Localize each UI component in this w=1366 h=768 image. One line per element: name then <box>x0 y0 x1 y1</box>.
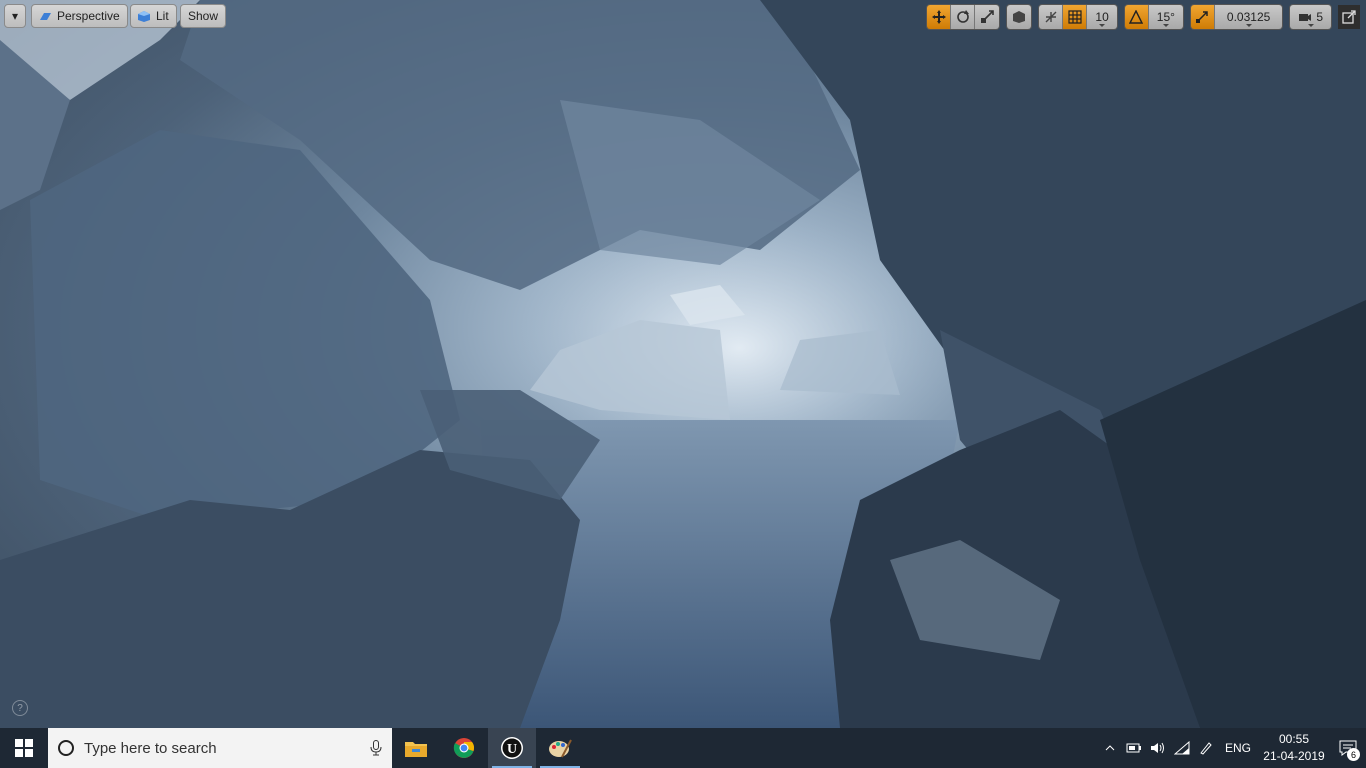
lit-cube-icon <box>138 10 150 22</box>
chevron-up-icon <box>1105 745 1115 751</box>
chrome-icon <box>453 738 474 758</box>
grid-icon <box>1068 10 1082 24</box>
network-tray-icon[interactable] <box>1170 728 1194 768</box>
chevron-down-icon: ▾ <box>11 9 19 23</box>
maximize-icon <box>1342 10 1356 24</box>
rotate-icon <box>957 10 969 23</box>
paint-palette-icon <box>549 739 572 758</box>
rotate-tool[interactable] <box>951 5 976 29</box>
show-hidden-icons-button[interactable] <box>1098 728 1122 768</box>
system-tray: ENG 00:55 21-04-2019 6 <box>1098 728 1366 768</box>
clock-time: 00:55 <box>1278 732 1310 746</box>
action-center-button[interactable]: 6 <box>1330 728 1366 768</box>
coordinate-space-group <box>1006 4 1033 30</box>
viewport-menu-button[interactable]: ▾ <box>4 4 26 28</box>
scale-snap-value[interactable]: 0.03125 <box>1214 5 1283 29</box>
rotation-snap-group: 15° <box>1123 4 1184 30</box>
view-mode-button[interactable]: Lit <box>130 4 177 28</box>
rotation-snap-value[interactable]: 15° <box>1148 5 1183 29</box>
lit-label: Lit <box>156 9 169 23</box>
camera-speed-group: 5 <box>1289 4 1332 30</box>
translate-tool[interactable] <box>927 5 952 29</box>
perspective-button[interactable]: Perspective <box>31 4 128 28</box>
perspective-label: Perspective <box>57 9 120 23</box>
camera-speed-button[interactable]: 5 <box>1290 5 1331 29</box>
windows-logo-icon <box>15 739 33 757</box>
battery-icon <box>1126 743 1141 753</box>
unreal-engine-icon: U <box>501 737 523 759</box>
speaker-icon <box>1151 742 1164 754</box>
paint-taskbar-button[interactable] <box>536 728 584 768</box>
battery-tray-icon[interactable] <box>1122 728 1146 768</box>
file-explorer-taskbar-button[interactable] <box>392 728 440 768</box>
camera-icon <box>1299 14 1312 21</box>
notification-badge: 6 <box>1347 748 1360 761</box>
transform-mode-group <box>926 4 1001 30</box>
language-indicator[interactable]: ENG <box>1218 728 1258 768</box>
show-label: Show <box>188 9 219 23</box>
world-local-toggle[interactable] <box>1007 5 1032 29</box>
surface-snap-toggle[interactable] <box>1039 5 1064 29</box>
cube-icon <box>1013 11 1026 23</box>
taskbar-search-box[interactable]: Type here to search <box>48 728 392 768</box>
grid-snap-toggle[interactable] <box>1063 5 1088 29</box>
perspective-icon <box>40 12 51 20</box>
taskbar: Type here to search U ENG 00:55 21-04-20… <box>0 728 1366 768</box>
unreal-engine-taskbar-button[interactable]: U <box>488 728 536 768</box>
show-button[interactable]: Show <box>180 4 227 28</box>
start-button[interactable] <box>0 728 48 768</box>
help-icon[interactable]: ? <box>12 700 28 716</box>
pen-icon <box>1200 742 1212 755</box>
pen-tray-icon[interactable] <box>1194 728 1218 768</box>
grid-snap-value[interactable]: 10 <box>1087 5 1117 29</box>
scale-snap-icon <box>1196 11 1209 23</box>
maximize-viewport-button[interactable] <box>1338 5 1360 29</box>
search-placeholder: Type here to search <box>84 739 217 757</box>
grid-snap-group: 10 <box>1038 4 1118 30</box>
cave-scene <box>0 0 1366 728</box>
cortana-icon <box>58 740 74 756</box>
scale-snap-group: 0.03125 <box>1189 4 1284 30</box>
camera-speed-value: 5 <box>1316 10 1323 24</box>
scale-icon <box>981 10 995 23</box>
wifi-icon <box>1174 741 1190 755</box>
svg-text:U: U <box>507 742 517 757</box>
surface-snap-icon <box>1045 11 1057 23</box>
scale-tool[interactable] <box>975 5 1000 29</box>
rotation-snap-toggle[interactable] <box>1124 5 1149 29</box>
folder-icon <box>405 742 427 757</box>
level-viewport[interactable]: ▾ Perspective Lit Show 10 15° 0.03125 5 … <box>0 0 1366 728</box>
clock-date: 21-04-2019 <box>1263 749 1325 763</box>
chrome-taskbar-button[interactable] <box>440 728 488 768</box>
angle-icon <box>1129 10 1144 24</box>
scale-snap-toggle[interactable] <box>1190 5 1215 29</box>
microphone-icon[interactable] <box>370 740 382 756</box>
volume-tray-icon[interactable] <box>1146 728 1170 768</box>
transform-toolbar: 10 15° 0.03125 5 <box>926 4 1360 30</box>
clock[interactable]: 00:55 21-04-2019 <box>1258 731 1330 765</box>
move-arrows-icon <box>931 10 946 24</box>
